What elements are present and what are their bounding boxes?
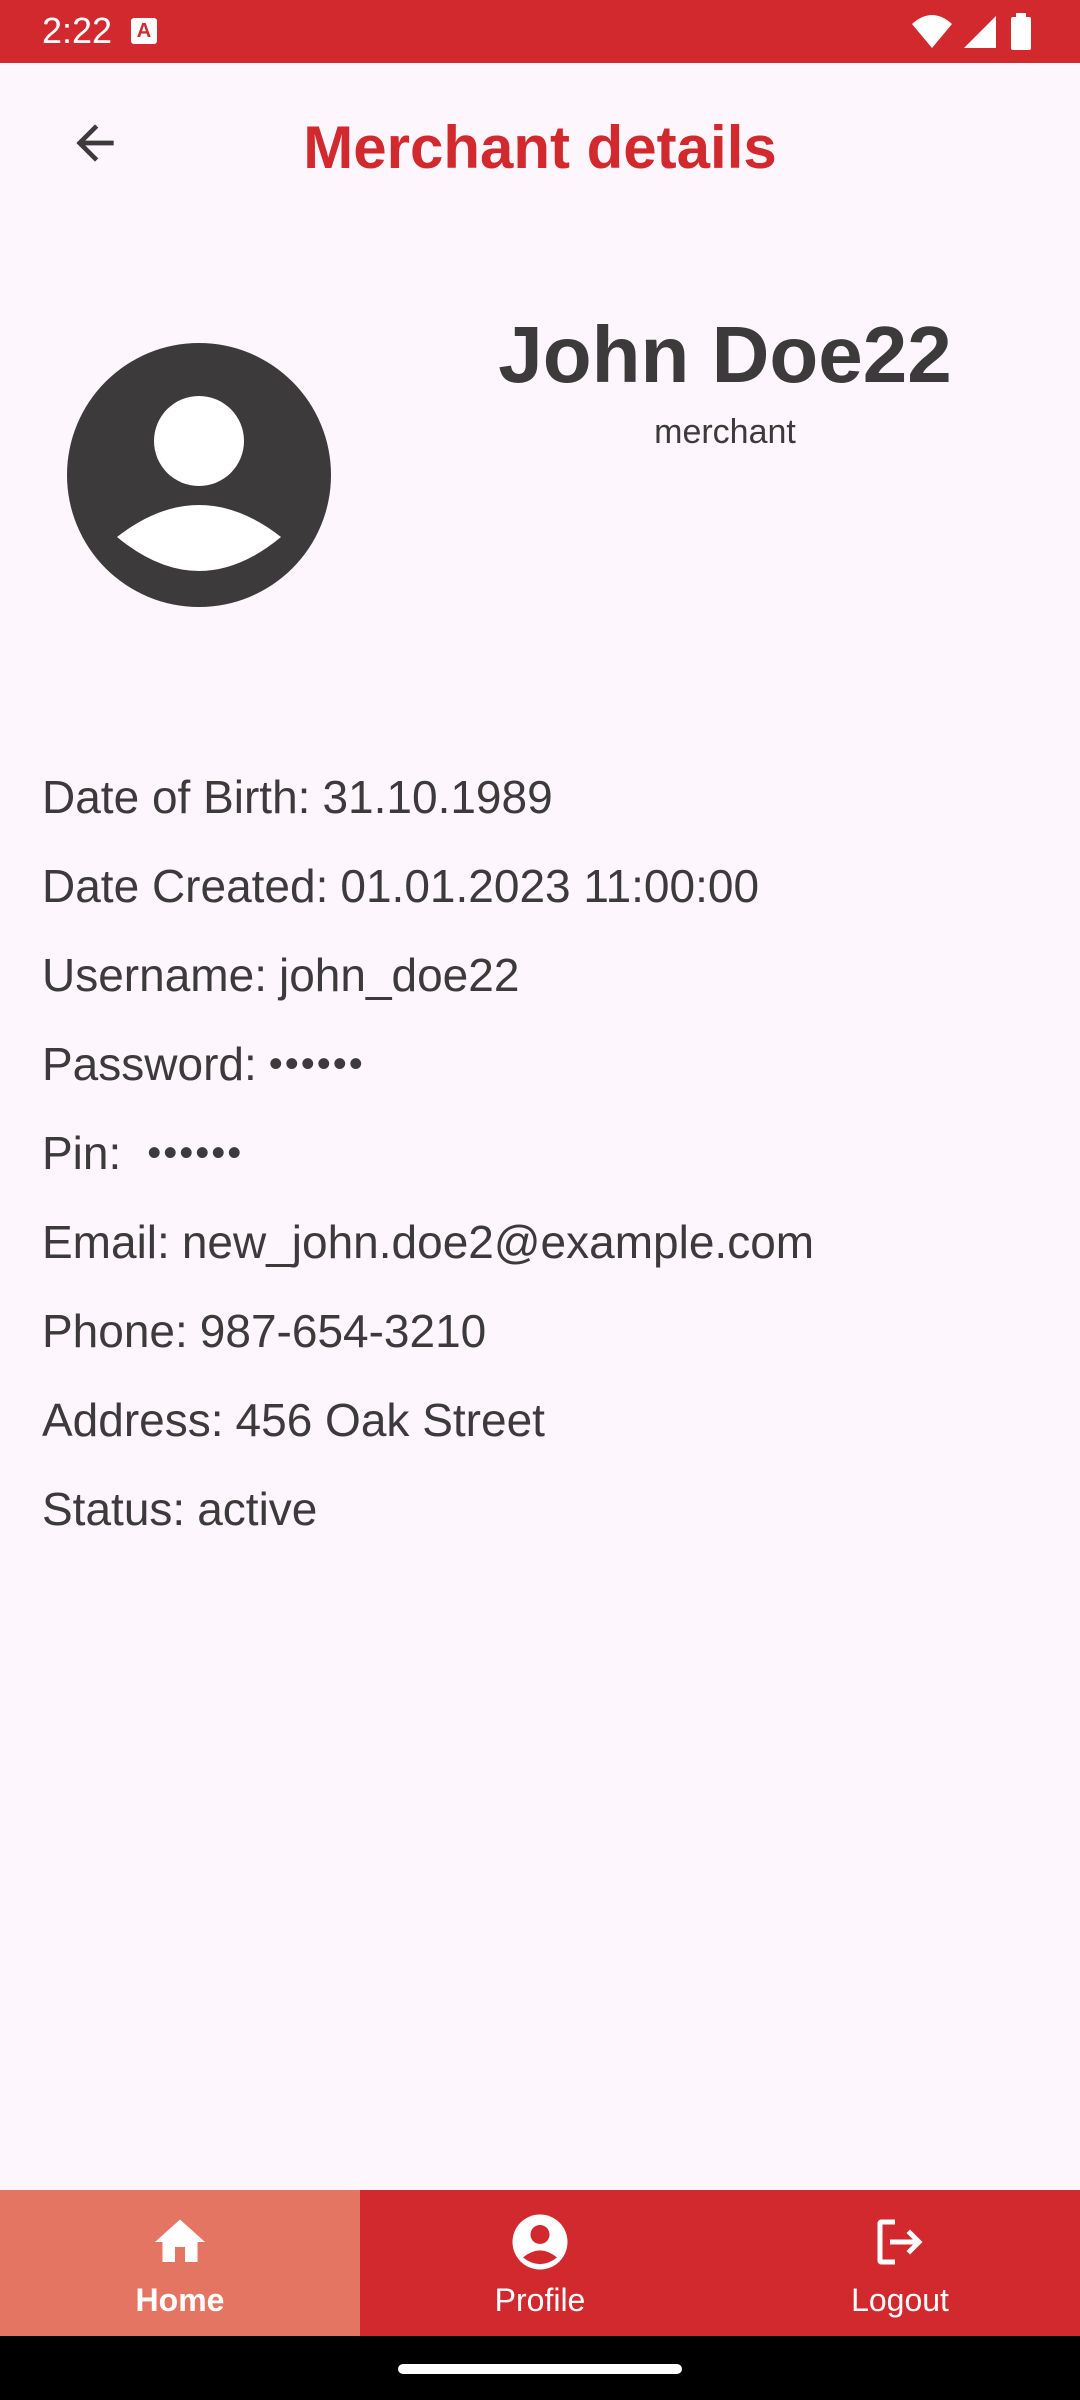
system-nav-bar (0, 2336, 1080, 2400)
detail-username: Username: john_doe22 (42, 930, 1042, 1019)
profile-role: merchant (654, 413, 796, 451)
home-icon (155, 2219, 205, 2262)
detail-label: Username: (42, 948, 267, 1001)
battery-icon (1011, 13, 1031, 50)
detail-password: Password: •••••• (42, 1019, 1042, 1108)
detail-email: Email: new_john.doe2@example.com (42, 1197, 1042, 1286)
detail-value: active (197, 1482, 318, 1535)
detail-label: Status: (42, 1482, 186, 1535)
nav-logout[interactable]: Logout (720, 2190, 1080, 2336)
nav-label: Profile (494, 2282, 586, 2318)
avatar (67, 343, 331, 607)
detail-value: 01.01.2023 11:00:00 (340, 859, 760, 912)
detail-date-created: Date Created: 01.01.2023 11:00:00 (42, 841, 1042, 930)
detail-date-of-birth: Date of Birth: 31.10.1989 (42, 752, 1042, 841)
detail-value: 987-654-3210 (199, 1304, 487, 1357)
detail-label: Date of Birth: (42, 770, 311, 823)
home-gesture-handle[interactable] (398, 2364, 682, 2374)
detail-label: Phone: (42, 1304, 188, 1357)
account-circle-icon (67, 343, 331, 607)
wifi-icon (912, 15, 952, 48)
signal-icon (964, 16, 996, 48)
detail-value: 456 Oak Street (235, 1393, 545, 1446)
detail-value: john_doe22 (278, 948, 520, 1001)
detail-label: Email: (42, 1215, 170, 1268)
status-icons (870, 12, 1040, 52)
nav-label: Logout (851, 2282, 949, 2318)
app-notification-icon (131, 18, 157, 44)
detail-address: Address: 456 Oak Street (42, 1375, 1042, 1464)
detail-value: 31.10.1989 (322, 770, 553, 823)
nav-profile[interactable]: Profile (360, 2190, 720, 2336)
status-time: 2:22 (42, 10, 113, 51)
detail-phone: Phone: 987-654-3210 (42, 1286, 1042, 1375)
nav-home[interactable]: Home (0, 2190, 360, 2336)
logout-icon (877, 2219, 923, 2265)
detail-label: Address: (42, 1393, 224, 1446)
detail-status: Status: active (42, 1464, 1042, 1553)
detail-label: Date Created: (42, 859, 329, 912)
status-bar: 2:22 (0, 0, 1080, 63)
profile-name: John Doe22 (498, 310, 952, 399)
detail-label: Password: (42, 1037, 257, 1090)
bottom-nav: Home Profile Logout (0, 2190, 1080, 2336)
detail-value: new_john.doe2@example.com (181, 1215, 815, 1268)
nav-label: Home (135, 2282, 225, 2318)
detail-label: Pin: (42, 1126, 122, 1179)
password-masked-value: •••••• (268, 1041, 365, 1086)
details-list: Date of Birth: 31.10.1989 Date Created: … (42, 752, 1042, 1553)
pin-masked-value: •••••• (147, 1130, 244, 1175)
screen: 2:22 Merchant details John Doe22 (0, 0, 1080, 2400)
page-title: Merchant details (303, 114, 777, 181)
detail-pin: Pin: •••••• (42, 1108, 1042, 1197)
account-icon (512, 2214, 568, 2270)
